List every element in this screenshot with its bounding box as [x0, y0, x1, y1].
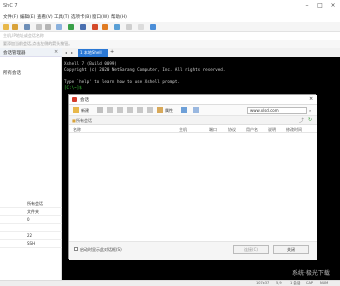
- tab-strip: ◂ ▸ 1 本地Shell +: [62, 48, 340, 57]
- fullscreen-icon[interactable]: [126, 24, 132, 30]
- xftp-icon[interactable]: [92, 24, 98, 30]
- terminal-line: Type `help' to learn how to use Xshell p…: [64, 79, 180, 84]
- property-value: 22: [27, 233, 33, 238]
- copy-icon[interactable]: [36, 24, 42, 30]
- table-row: 所有会话: [0, 200, 62, 208]
- sessions-dialog: 会话 × 新建 属性 www.xlsd.com ⌕ ■ 所有会话 ⤴ ↻ 名称 …: [68, 94, 317, 260]
- folder-icon[interactable]: [97, 107, 103, 113]
- menu-file[interactable]: 文件(F): [3, 14, 18, 20]
- tab-scroll-left-icon[interactable]: ◂: [65, 50, 67, 55]
- script-icon[interactable]: [102, 24, 108, 30]
- font-icon[interactable]: [80, 24, 86, 30]
- cursor-position: 5,9: [276, 281, 282, 285]
- folder-path-bar: ■ 所有会话 ⤴ ↻: [69, 116, 317, 125]
- dialog-footer: 启动时显示此对话框(S) 连接(C) 关闭: [69, 241, 317, 260]
- dialog-title-bar: 会话 ×: [69, 95, 317, 105]
- copy-icon[interactable]: [117, 107, 123, 113]
- tab-label: 1 本地Shell: [80, 50, 102, 55]
- layout-icon[interactable]: [138, 24, 144, 30]
- refresh-icon[interactable]: ↻: [308, 117, 312, 123]
- find-icon[interactable]: [56, 24, 62, 30]
- properties-button[interactable]: 属性: [165, 108, 173, 114]
- tab-scroll-right-icon[interactable]: ▸: [71, 50, 73, 55]
- new-session-icon[interactable]: [73, 107, 79, 113]
- table-row: SSH: [0, 240, 62, 248]
- new-session-icon[interactable]: [3, 24, 9, 30]
- rename-icon[interactable]: [147, 107, 153, 113]
- dialog-title: 会话: [80, 98, 89, 103]
- address-bar[interactable]: 主机,IP地址或会话名称: [0, 32, 340, 40]
- help-icon[interactable]: [150, 24, 156, 30]
- menu-bar: 文件(F) 编辑(E) 查看(V) 工具(T) 选项卡(B) 窗口(W) 帮助(…: [0, 11, 340, 22]
- close-button[interactable]: ×: [328, 1, 338, 10]
- close-icon[interactable]: ×: [54, 49, 58, 55]
- title-bar: ShC 7 – □ ×: [0, 0, 340, 11]
- menu-tab[interactable]: 选项卡(B): [71, 14, 91, 20]
- dialog-close-button[interactable]: ×: [309, 96, 313, 102]
- property-value: 文件夹: [27, 209, 39, 214]
- menu-view[interactable]: 查看(V): [37, 14, 53, 20]
- connect-button[interactable]: 连接(C): [233, 245, 269, 254]
- table-row: 22: [0, 232, 62, 240]
- xshell-icon: [72, 97, 77, 102]
- properties-table: 所有会话 文件夹 0 22 SSH: [0, 200, 62, 286]
- terminal-size: 107x37: [256, 281, 270, 285]
- table-row: [0, 224, 62, 232]
- hint-bar: 要添加当前会话,点击左侧的箭头按钮。: [0, 40, 340, 48]
- paste-icon[interactable]: [45, 24, 51, 30]
- session-list-header: 名称 主机 端口 协议 用户名 说明 修改时间: [69, 125, 317, 133]
- maximize-button[interactable]: □: [315, 1, 325, 10]
- terminal-line: Xshell 7 (Build 0099): [64, 61, 117, 66]
- caps-lock-indicator: CAP: [306, 281, 313, 285]
- menu-edit[interactable]: 编辑(E): [20, 14, 35, 20]
- status-bar: 107x37 5,9 1 会话 CAP NUM: [0, 280, 340, 286]
- link-icon[interactable]: [24, 24, 30, 30]
- search-icon[interactable]: ⌕: [309, 108, 311, 113]
- import-icon[interactable]: [181, 107, 187, 113]
- properties-icon[interactable]: [157, 107, 163, 113]
- folder-path: 所有会话: [76, 118, 92, 123]
- property-value: 0: [27, 217, 30, 222]
- table-row: 0: [0, 216, 62, 224]
- menu-tools[interactable]: 工具(T): [54, 14, 69, 20]
- address-input[interactable]: 主机,IP地址或会话名称: [3, 33, 44, 39]
- globe-icon[interactable]: [68, 24, 74, 30]
- lock-icon[interactable]: [114, 24, 120, 30]
- menu-window[interactable]: 窗口(W): [92, 14, 109, 20]
- view-icon[interactable]: [193, 107, 199, 113]
- tree-item-all-sessions[interactable]: 所有会话: [3, 70, 21, 76]
- add-tab-button[interactable]: +: [110, 49, 114, 55]
- menu-help[interactable]: 帮助(H): [111, 14, 127, 20]
- session-manager-panel: 会话管理器 × 所有会话 所有会话 文件夹 0 22 SSH: [0, 48, 62, 286]
- cut-icon[interactable]: [107, 107, 113, 113]
- startup-checkbox-label: 启动时显示此对话框(S): [80, 247, 122, 252]
- table-row: 文件夹: [0, 208, 62, 216]
- app-window: ShC 7 – □ × 文件(F) 编辑(E) 查看(V) 工具(T) 选项卡(…: [0, 0, 340, 286]
- close-dialog-button[interactable]: 关闭: [273, 245, 309, 254]
- watermark-text: 系统·极光下载: [292, 270, 330, 277]
- terminal-line: Copyright (c) 2020 NetSarang Computer, I…: [64, 67, 226, 72]
- paste-icon[interactable]: [127, 107, 133, 113]
- session-search-input[interactable]: www.xlsd.com: [247, 107, 307, 114]
- up-folder-icon[interactable]: ⤴: [299, 117, 304, 124]
- session-manager-title: 会话管理器: [3, 51, 26, 56]
- num-lock-indicator: NUM: [320, 281, 329, 285]
- minimize-button[interactable]: –: [302, 1, 312, 10]
- session-count: 1 会话: [290, 281, 301, 285]
- startup-checkbox[interactable]: [74, 247, 78, 251]
- tab-local-shell[interactable]: 1 本地Shell: [78, 49, 108, 57]
- delete-icon[interactable]: [137, 107, 143, 113]
- main-toolbar: [0, 22, 340, 32]
- session-manager-header: 会话管理器 ×: [0, 48, 62, 57]
- dialog-toolbar: 新建 属性 www.xlsd.com ⌕: [69, 105, 317, 116]
- open-folder-icon[interactable]: [12, 24, 18, 30]
- property-value: 所有会话: [27, 201, 43, 206]
- property-value: SSH: [27, 241, 36, 246]
- terminal-prompt: [C:\~]$: [64, 85, 85, 90]
- hint-text: 要添加当前会话,点击左侧的箭头按钮。: [3, 41, 73, 46]
- window-title: ShC 7: [3, 3, 18, 9]
- new-button[interactable]: 新建: [81, 108, 89, 114]
- session-list[interactable]: [69, 133, 317, 241]
